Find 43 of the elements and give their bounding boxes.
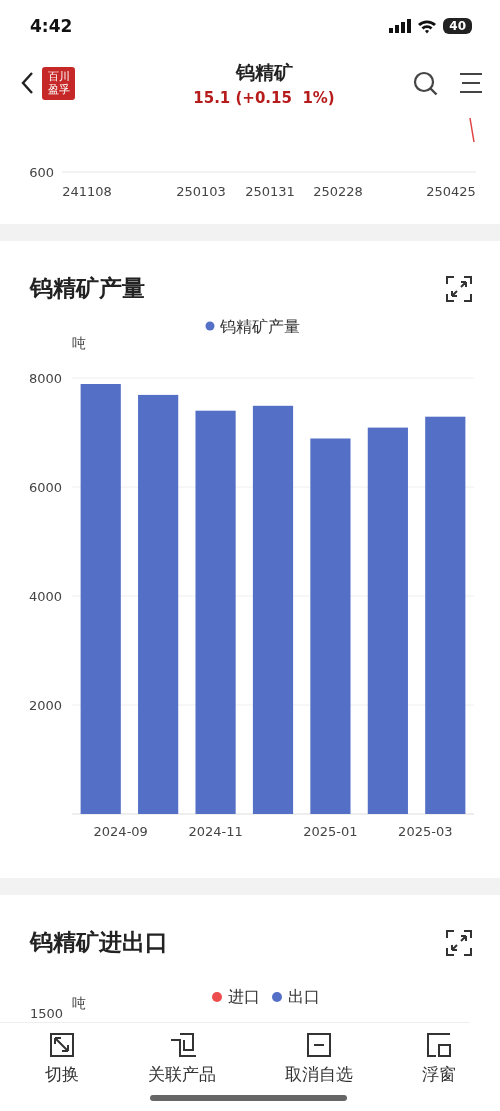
line-chart-area xyxy=(469,117,475,143)
axis-label: 2025-03 xyxy=(398,824,453,839)
axis-label: 241108 xyxy=(62,184,112,199)
signal-icon xyxy=(389,19,412,33)
axis-label: 6000 xyxy=(28,480,62,495)
legend-label: 出口 xyxy=(288,986,320,1008)
axis-label: 2024-11 xyxy=(188,824,243,839)
price-quote: 15.1 (+0.15 1%) xyxy=(193,88,335,107)
card-title: 钨精矿进出口 xyxy=(30,928,168,957)
toolbar-button[interactable]: 取消自选 xyxy=(278,1031,359,1086)
app-logo: 百川 盈孚 xyxy=(42,66,75,100)
axis-label: 250425 xyxy=(426,184,476,199)
page-title: 钨精矿 xyxy=(235,59,293,85)
axis-label: 250103 xyxy=(176,184,226,199)
axis-label: 2024-09 xyxy=(93,824,148,839)
minus-square-icon xyxy=(304,1031,333,1059)
unit-label: 吨 xyxy=(72,995,86,1013)
legend-dot xyxy=(205,321,215,331)
unit-label: 吨 xyxy=(72,335,86,351)
wifi-icon xyxy=(417,18,438,34)
fullscreen-icon[interactable] xyxy=(446,929,472,956)
legend-label: 进口 xyxy=(228,986,260,1008)
legend-label: 钨精矿产量 xyxy=(220,317,300,336)
card-title: 钨精矿产量 xyxy=(30,274,145,303)
axis-label: 2025-01 xyxy=(303,824,358,839)
axis-label: 1500 xyxy=(30,1006,64,1021)
toolbar-button[interactable]: 关联产品 xyxy=(141,1031,222,1086)
resize-icon xyxy=(47,1031,76,1059)
window-icon xyxy=(424,1031,453,1059)
axis-label: 8000 xyxy=(28,371,62,386)
axis-label: 2000 xyxy=(28,698,62,713)
fullscreen-icon[interactable] xyxy=(446,275,472,302)
toolbar-button[interactable]: 浮窗 xyxy=(415,1031,462,1086)
menu-icon[interactable] xyxy=(460,72,482,94)
back-icon[interactable] xyxy=(20,71,34,95)
status-time: 4:42 xyxy=(30,16,73,36)
battery-icon: 40 xyxy=(443,18,472,34)
axis-label: 250228 xyxy=(313,184,363,199)
axis-label: 250131 xyxy=(245,184,295,199)
toolbar-button[interactable]: 切换 xyxy=(38,1031,85,1086)
axis-label: 600 xyxy=(29,165,54,180)
search-icon[interactable] xyxy=(413,70,438,96)
axis-label: 4000 xyxy=(28,589,62,604)
